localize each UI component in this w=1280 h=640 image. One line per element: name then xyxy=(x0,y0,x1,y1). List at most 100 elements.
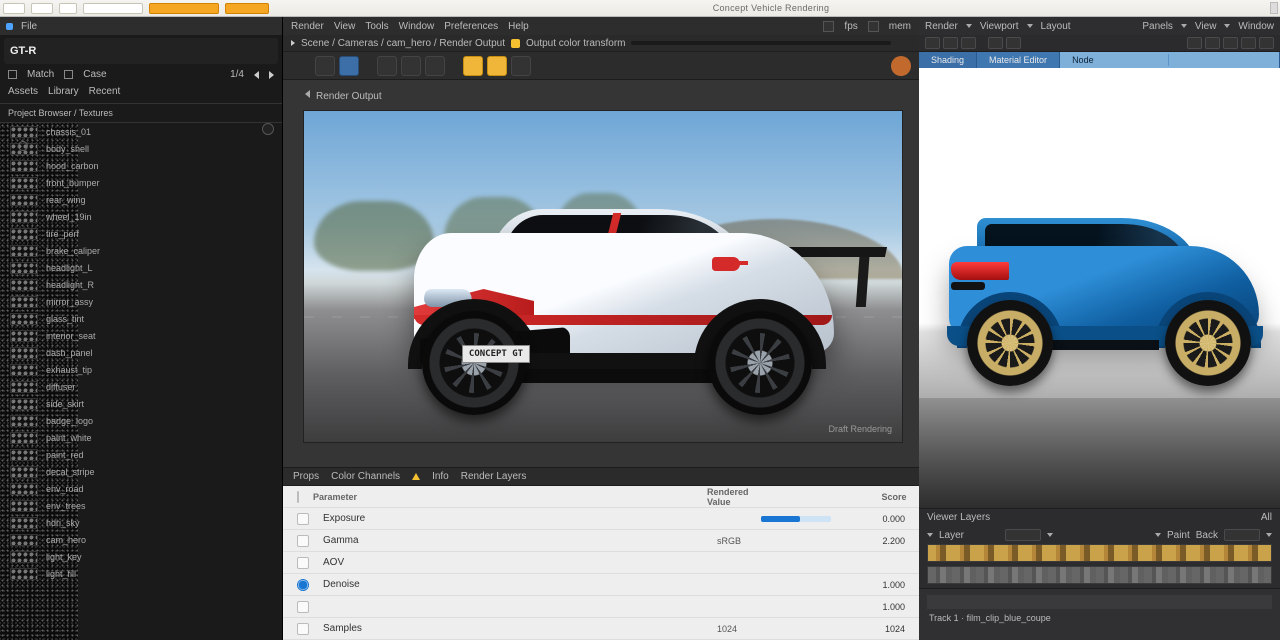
panel-filter[interactable]: All xyxy=(1261,512,1272,523)
breadcrumb[interactable]: Scene / Cameras / cam_hero / Render Outp… xyxy=(301,38,505,49)
ribbon-scroll[interactable] xyxy=(1270,2,1278,14)
tool-button[interactable] xyxy=(925,37,940,49)
tool-button[interactable] xyxy=(1259,37,1274,49)
checkbox-icon[interactable] xyxy=(297,557,309,569)
list-item[interactable]: tire_perf xyxy=(0,225,282,242)
tab-props[interactable]: Props xyxy=(293,471,319,482)
chevron-left-icon[interactable] xyxy=(254,71,259,79)
menu-layout[interactable]: Layout xyxy=(1041,21,1071,32)
color-swatch-strip[interactable] xyxy=(927,544,1272,562)
list-item[interactable]: body_shell xyxy=(0,140,282,157)
prop-value[interactable]: 1.000 xyxy=(845,580,905,590)
menu-help[interactable]: Help xyxy=(508,21,529,32)
list-item[interactable]: headlight_R xyxy=(0,276,282,293)
checkbox-icon[interactable] xyxy=(64,70,73,79)
table-row[interactable]: GammasRGB2.200 xyxy=(283,530,919,552)
list-item[interactable]: badge_logo xyxy=(0,412,282,429)
ribbon-chip[interactable] xyxy=(83,3,143,14)
list-item[interactable]: wheel_19in xyxy=(0,208,282,225)
checkbox-icon[interactable] xyxy=(297,623,309,635)
left-menu-file[interactable]: File xyxy=(21,21,37,32)
chevron-down-icon[interactable] xyxy=(1155,533,1161,537)
list-item[interactable]: paint_white xyxy=(0,429,282,446)
table-row[interactable]: Samples10241024 xyxy=(283,618,919,640)
tab-library[interactable]: Library xyxy=(48,86,79,97)
menu-window[interactable]: Window xyxy=(1238,21,1274,32)
tool-button[interactable] xyxy=(315,56,335,76)
menu-render[interactable]: Render xyxy=(291,21,324,32)
menu-panels[interactable]: Panels xyxy=(1142,21,1173,32)
list-item[interactable]: env_trees xyxy=(0,497,282,514)
tab-layers[interactable]: Render Layers xyxy=(461,471,527,482)
chevron-down-icon[interactable] xyxy=(1047,533,1053,537)
tool-button[interactable] xyxy=(988,37,1003,49)
checkbox-icon[interactable] xyxy=(297,535,309,547)
tab-assets[interactable]: Assets xyxy=(8,86,38,97)
dropdown[interactable] xyxy=(1005,529,1041,541)
menu-view[interactable]: View xyxy=(334,21,356,32)
list-item[interactable]: dash_panel xyxy=(0,344,282,361)
checkbox-icon[interactable] xyxy=(297,513,309,525)
tool-button[interactable] xyxy=(425,56,445,76)
tool-button[interactable] xyxy=(377,56,397,76)
table-row[interactable]: 1.000 xyxy=(283,596,919,618)
color-swatch-strip-grey[interactable] xyxy=(927,566,1272,584)
tab-color[interactable]: Color Channels xyxy=(331,471,400,482)
tool-button[interactable] xyxy=(401,56,421,76)
tool-button-active[interactable] xyxy=(339,56,359,76)
secondary-viewport[interactable] xyxy=(919,68,1280,508)
tab-node[interactable]: Node xyxy=(1060,52,1280,68)
table-row[interactable]: Denoise1.000 xyxy=(283,574,919,596)
list-item[interactable]: glass_tint xyxy=(0,310,282,327)
dropdown[interactable] xyxy=(1224,529,1260,541)
list-item[interactable]: rear_wing xyxy=(0,191,282,208)
ribbon-chip[interactable] xyxy=(59,3,77,14)
tab-recent[interactable]: Recent xyxy=(89,86,121,97)
list-item[interactable]: headlight_L xyxy=(0,259,282,276)
list-item[interactable]: paint_red xyxy=(0,446,282,463)
list-item[interactable]: diffuser xyxy=(0,378,282,395)
search-input[interactable]: GT-R xyxy=(4,38,278,64)
prop-value[interactable]: 1.000 xyxy=(845,602,905,612)
tool-button[interactable] xyxy=(1205,37,1220,49)
prop-value[interactable]: 1024 xyxy=(845,624,905,634)
radio-icon[interactable] xyxy=(297,579,309,591)
timeline-clip[interactable] xyxy=(927,595,1272,609)
checkbox-icon[interactable] xyxy=(8,70,17,79)
opt-match[interactable]: Match xyxy=(27,69,54,80)
tool-button-on[interactable] xyxy=(463,56,483,76)
list-item[interactable]: cam_hero xyxy=(0,531,282,548)
tab-shading[interactable]: Shading xyxy=(919,52,977,68)
menu-prefs[interactable]: Preferences xyxy=(444,21,498,32)
tool-button[interactable] xyxy=(1241,37,1256,49)
list-item[interactable]: decal_stripe xyxy=(0,463,282,480)
tool-button[interactable] xyxy=(511,56,531,76)
list-item[interactable]: mirror_assy xyxy=(0,293,282,310)
checkbox-icon[interactable] xyxy=(297,491,299,503)
row-back[interactable]: Back xyxy=(1196,530,1218,541)
timeline-lane[interactable]: Track 1 · film_clip_blue_coupe xyxy=(919,588,1280,640)
list-item[interactable]: brake_caliper xyxy=(0,242,282,259)
list-item[interactable]: env_road xyxy=(0,480,282,497)
menu-render[interactable]: Render xyxy=(925,21,958,32)
list-item[interactable]: interior_seat xyxy=(0,327,282,344)
table-row[interactable]: AOV xyxy=(283,552,919,574)
tab-material[interactable]: Material Editor xyxy=(977,52,1060,68)
opt-case[interactable]: Case xyxy=(83,69,106,80)
list-item[interactable]: hdri_sky xyxy=(0,514,282,531)
row-paint[interactable]: Paint xyxy=(1167,530,1190,541)
tool-button[interactable] xyxy=(943,37,958,49)
ribbon-chip-active[interactable] xyxy=(225,3,269,14)
chevron-right-icon[interactable] xyxy=(269,71,274,79)
ribbon-chip[interactable] xyxy=(3,3,25,14)
prop-value[interactable]: 2.200 xyxy=(845,536,905,546)
checkbox-icon[interactable] xyxy=(297,601,309,613)
menu-viewport[interactable]: Viewport xyxy=(980,21,1019,32)
asset-list[interactable]: chassis_01body_shellhood_carbonfront_bum… xyxy=(0,123,282,640)
menu-tools[interactable]: Tools xyxy=(365,21,388,32)
chevron-down-icon[interactable] xyxy=(927,533,933,537)
ribbon-chip-active[interactable] xyxy=(149,3,219,14)
prop-value[interactable]: 0.000 xyxy=(845,514,905,524)
ribbon-chip[interactable] xyxy=(31,3,53,14)
list-item[interactable]: side_skirt xyxy=(0,395,282,412)
